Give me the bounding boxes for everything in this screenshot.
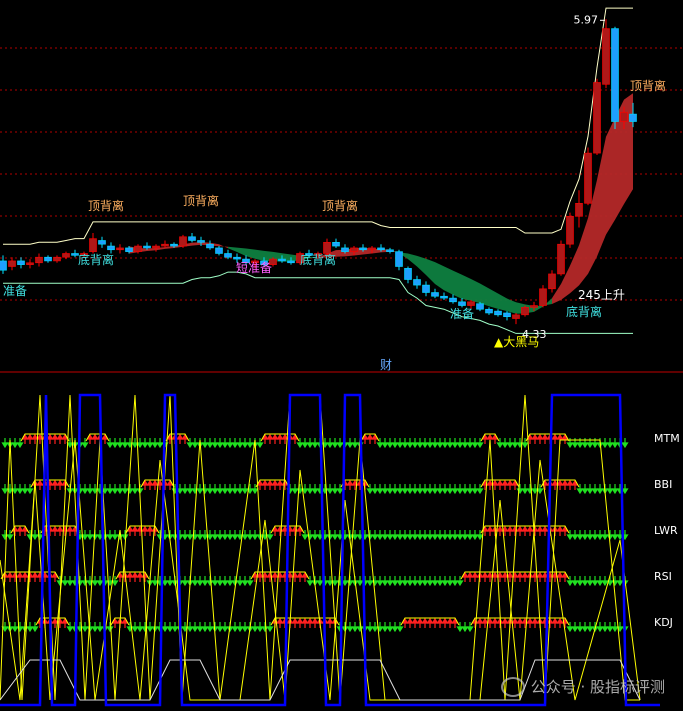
candle-down [341,247,349,252]
candle-down [17,260,25,265]
candle-up [620,111,628,122]
candle-down [449,297,457,303]
candle-down [458,301,466,306]
candle-up [512,314,520,319]
candle-down [611,28,619,122]
candle-down [107,245,115,251]
candle-up [521,307,529,316]
chart-annotation: 底背离 [566,304,602,319]
candle-up [350,247,358,252]
indicator-label: LWR [654,524,678,537]
indicator-label: MTM [654,432,680,445]
candle-up [530,305,538,308]
candle-up [575,203,583,217]
candle-down [359,247,367,251]
candle-up [53,256,61,262]
candle-up [548,273,556,290]
candle-up [323,242,331,254]
candle-up [602,28,610,85]
candle-up [62,253,70,258]
candle-down [395,251,403,267]
candle-up [557,243,565,275]
candle-down [440,295,448,299]
candle-down [197,240,205,243]
ribbon-segment [444,266,453,295]
chart-annotation: ▲大黑马 [494,335,539,349]
candle-up [566,216,574,245]
ribbon-segment [462,274,471,301]
indicator-label: RSI [654,570,672,583]
candle-down [494,310,502,316]
candle-up [368,247,376,251]
candle-down [377,247,385,251]
candle-down [215,247,223,254]
candle-up [35,256,43,264]
candle-down [287,260,295,264]
chart-annotation: 顶背离 [630,78,666,93]
candle-down [413,279,421,286]
candle-down [125,247,133,252]
chart-annotation: 底背离 [300,252,336,267]
candle-up [179,236,187,247]
candle-up [161,243,169,247]
candle-up [539,288,547,306]
candle-down [503,312,511,317]
price-high-label: 5.97 [574,13,599,26]
candle-up [116,247,124,251]
chart-annotation: 底背离 [78,252,114,267]
candle-down [224,253,232,258]
watermark-text: 公众号 · 股指标评测 [530,678,665,696]
candle-down [386,249,394,252]
candle-down [0,260,7,271]
chart-annotation: 顶背离 [183,193,219,208]
candle-down [278,258,286,262]
candle-down [629,113,637,122]
candle-up [584,152,592,204]
chart-annotation: 顶背离 [88,198,124,213]
candle-up [467,301,475,306]
candle-down [206,243,214,249]
candle-down [170,243,178,247]
chart-annotation: 顶背离 [322,198,358,213]
candle-up [89,238,97,252]
ribbon-segment [624,93,633,205]
indicator-label: KDJ [654,616,673,629]
candle-up [593,82,601,154]
candle-down [476,303,484,310]
candle-down [44,256,52,262]
candle-down [422,284,430,293]
candle-up [152,245,160,249]
candle-down [188,236,196,241]
candle-down [98,240,106,245]
candle-down [233,256,241,260]
candle-down [431,292,439,297]
chart-annotation: 准备 [3,284,27,298]
ribbon-segment [606,117,615,235]
candle-down [404,268,412,280]
wechat-icon [500,676,525,697]
chart-annotation: 准备 [450,307,474,321]
chart-annotation: 短准备 [236,261,272,275]
indicator-label: BBI [654,478,672,491]
stock-chart: 5.974.33顶背离 顶背离 顶背离顶背离底背离 底背离底背离准备准备短准备245上… [0,0,683,711]
candle-up [8,260,16,267]
candle-down [332,242,340,247]
ribbon-segment [453,270,462,299]
candle-up [26,262,34,265]
panel-divider-label: 财 [380,358,392,372]
chart-annotation: 245上升 [578,288,625,302]
candle-down [485,308,493,314]
watermark: 公众号 · 股指标评测 [500,676,665,697]
candle-up [134,245,142,252]
candle-down [143,245,151,249]
